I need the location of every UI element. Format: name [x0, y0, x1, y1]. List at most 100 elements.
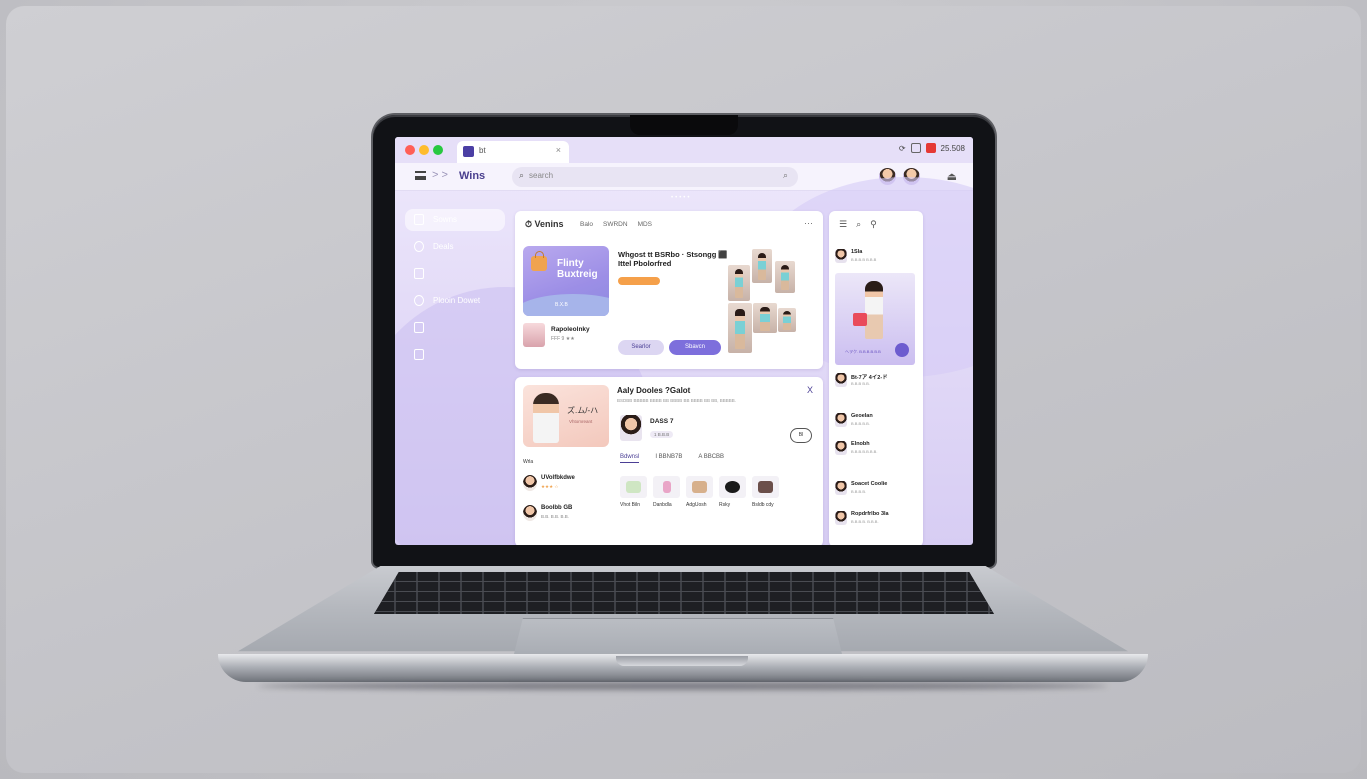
fashion-photo[interactable]	[753, 303, 777, 333]
tab-mds[interactable]: MDS	[638, 221, 652, 228]
window-icon[interactable]	[910, 143, 921, 153]
product-tile[interactable]	[752, 476, 779, 498]
sidebar-item-6[interactable]	[405, 344, 505, 366]
panel-header-row[interactable]: 1Sla B.B.B.B B.B.B	[835, 247, 919, 267]
tab-swrdn[interactable]: SWRDN	[603, 221, 628, 228]
profile-card: ズ.ム/-ハ Vhtomreant Wrla UVolfbkdwe ★★★ ☆ …	[515, 377, 823, 545]
record-icon[interactable]	[925, 143, 936, 153]
grid-icon	[414, 349, 424, 360]
nav-arrows[interactable]: > >	[432, 169, 448, 181]
sidebar-item-3[interactable]	[405, 263, 505, 285]
feature-title: Whgost tt BSRbo · Stsongg ⬛ Ittel Pbolor…	[618, 250, 728, 268]
card-tabs: Balo SWRDN MDS	[580, 221, 652, 228]
product-tile[interactable]	[620, 476, 647, 498]
search-icon[interactable]: ⌕	[856, 219, 861, 230]
fashion-photo[interactable]	[728, 303, 752, 353]
right-panel: ☰ ⌕ ⚲ 1Sla B.B.B.B B.B.B ヘヲク. B.B.B.B.B.…	[829, 211, 923, 545]
clock-icon: ⏱	[525, 219, 533, 229]
product-tile[interactable]	[719, 476, 746, 498]
file-icon	[414, 268, 424, 279]
list-item-title: Geoelan	[851, 413, 873, 419]
avatar	[620, 415, 642, 441]
avatar	[835, 373, 847, 387]
list-item-title: Elnobh	[851, 441, 870, 447]
product-tile[interactable]	[686, 476, 713, 498]
opening-notch	[616, 656, 748, 666]
bag-icon	[853, 313, 867, 326]
product-name[interactable]: Vhot Biln	[620, 502, 647, 508]
fashion-photo[interactable]	[778, 308, 796, 332]
tab-2[interactable]: I BBNB7B	[655, 454, 682, 463]
panel-image[interactable]: ヘヲク. B.B.B.B.B.B	[835, 273, 915, 365]
sidebar-item-sowns[interactable]: Sowns	[405, 209, 505, 231]
list-item[interactable]: Bt-7ア 4イ2-ド B.B.B B.B.	[835, 371, 919, 391]
promo-button[interactable]: B.X.B	[555, 302, 568, 308]
browser-tab[interactable]: bt ×	[457, 141, 569, 163]
tab-3[interactable]: A BBCBB	[698, 454, 724, 463]
follow-button[interactable]: Bl	[790, 428, 812, 443]
tab-close-icon[interactable]: ×	[556, 145, 561, 155]
sidebar-item-plooin[interactable]: Plooin Dowet	[405, 290, 505, 312]
tab-favicon-icon	[463, 146, 474, 157]
list-item-sub: B.B.B.B. B.B.B.	[851, 519, 879, 524]
bag-icon	[531, 251, 547, 271]
list-item[interactable]: Geoelan B.B.B.B.B.	[835, 411, 919, 431]
product-name[interactable]: Bsldb cdy	[752, 502, 779, 508]
list-item[interactable]: Elnobh B.B.B.B.B.B.B.	[835, 439, 919, 459]
sync-icon[interactable]: ⟳	[899, 144, 906, 153]
secondary-button[interactable]: Searlor	[618, 340, 664, 355]
avatar	[835, 481, 847, 495]
product-image	[692, 481, 707, 493]
product-name[interactable]: Danbdla	[653, 502, 680, 508]
fashion-photo[interactable]	[752, 249, 772, 283]
product-name[interactable]: AdgUosh	[686, 502, 713, 508]
action-fab[interactable]	[895, 343, 909, 357]
list-item-title: Boolbb GB	[541, 505, 573, 511]
promo-banner[interactable]: Flinty Buxtreig B.X.B	[523, 246, 609, 316]
laptop-base	[218, 560, 1148, 690]
menu-icon[interactable]	[415, 171, 426, 180]
list-item[interactable]: Boolbb GB B.B. B.B. B.B.	[523, 503, 613, 525]
card-title: ⏱ Venins	[525, 219, 564, 229]
product-name[interactable]: Rsky	[719, 502, 746, 508]
fashion-photo[interactable]	[775, 261, 795, 293]
app-brand[interactable]: Wins	[459, 170, 485, 182]
list-item[interactable]: Soacet Coolie B.B.B.B.	[835, 479, 919, 499]
list-item-sub: B.B.B.B.	[851, 489, 867, 494]
search-icon: ⌕	[519, 170, 525, 180]
search-input[interactable]: search	[529, 171, 553, 180]
sidebar: Sowns Deals Plooin Dowet	[405, 209, 505, 371]
product-names: Vhot Biln Danbdla AdgUosh Rsky Bsldb cdy	[620, 502, 779, 508]
list-item-title: Soacet Coolie	[851, 481, 888, 487]
tab-bdwnsl[interactable]: Bdwnsl	[620, 454, 640, 463]
close-window-button[interactable]	[405, 145, 415, 155]
tab-balo[interactable]: Balo	[580, 221, 593, 228]
person-image	[533, 393, 559, 443]
list-item[interactable]: UVolfbkdwe ★★★ ☆	[523, 473, 613, 495]
more-icon[interactable]: ···	[804, 218, 813, 228]
laptop-lid: bt × ⟳ 25.508 > > Wins ⌕ search ⌕ ⏏ ••••…	[373, 115, 995, 567]
search-submit-icon[interactable]: ⌕	[783, 170, 788, 181]
status-text: 25.508	[940, 143, 965, 153]
pin-icon	[414, 295, 424, 306]
product-image	[725, 481, 740, 493]
search-bar[interactable]: ⌕ search ⌕	[512, 167, 798, 187]
close-icon[interactable]: X	[807, 385, 813, 395]
laptop-screen: bt × ⟳ 25.508 > > Wins ⌕ search ⌕ ⏏ ••••…	[395, 137, 973, 545]
sidebar-item-deals[interactable]: Deals	[405, 236, 505, 258]
maximize-window-button[interactable]	[433, 145, 443, 155]
fashion-photo[interactable]	[728, 265, 750, 301]
list-item[interactable]: Ropdrfrlbo 3la B.B.B.B. B.B.B.	[835, 509, 919, 529]
document-icon	[414, 214, 424, 225]
list-item-sub: B.B. B.B. B.B.	[541, 514, 570, 519]
primary-button[interactable]: Sbavcn	[669, 340, 721, 355]
list-item-sub: B.B.B B.B.	[851, 381, 870, 386]
list-item-sub: B.B.B.B.B.	[851, 421, 870, 426]
list-item-sub: B.B.B.B.B.B.B.	[851, 449, 878, 454]
product-tile[interactable]	[653, 476, 680, 498]
pin-icon[interactable]: ⚲	[870, 219, 877, 230]
sidebar-item-5[interactable]	[405, 317, 505, 339]
promo-image[interactable]: ズ.ム/-ハ Vhtomreant	[523, 385, 609, 447]
minimize-window-button[interactable]	[419, 145, 429, 155]
list-icon[interactable]: ☰	[839, 219, 847, 230]
